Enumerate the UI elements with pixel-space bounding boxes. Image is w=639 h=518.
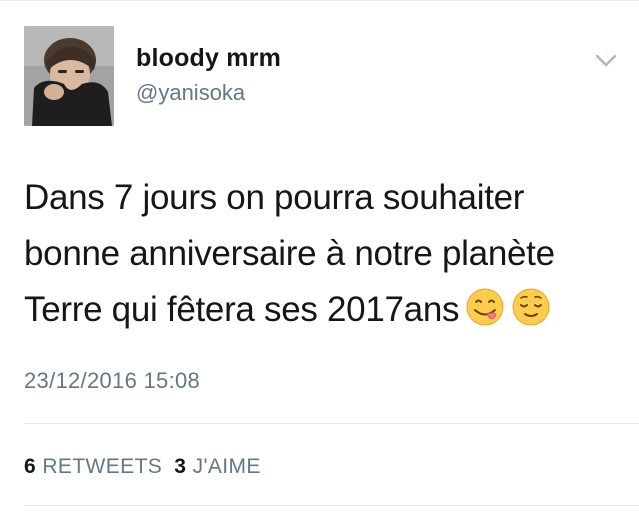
face-savoring-food-emoji <box>465 287 505 327</box>
likes-label[interactable]: J'AIME <box>193 455 261 478</box>
likes-count[interactable]: 3 <box>174 455 186 478</box>
chevron-down-icon[interactable] <box>594 52 618 70</box>
tweet-text-line: Terre qui fêtera ses 2017ans <box>24 282 624 338</box>
tweet-stats: 6 RETWEETS 3 J'AIME <box>24 455 261 479</box>
tweet-text: Dans 7 jours on pourra souhaiter bonne a… <box>24 170 624 338</box>
author-display-name[interactable]: bloody mrm <box>136 44 281 73</box>
tweet-card: bloody mrm @yanisoka Dans 7 jours on pou… <box>0 0 639 518</box>
divider <box>24 423 639 424</box>
tweet-text-line: bonne anniversaire à notre planète <box>24 234 555 273</box>
avatar[interactable] <box>24 26 114 126</box>
retweets-count[interactable]: 6 <box>24 455 36 478</box>
tweet-timestamp[interactable]: 23/12/2016 15:08 <box>24 368 200 394</box>
divider <box>24 505 639 506</box>
author-handle[interactable]: @yanisoka <box>136 80 245 106</box>
tweet-text-line-content: Terre qui fêtera ses 2017ans <box>24 290 460 329</box>
tweet-text-line: Dans 7 jours on pourra souhaiter <box>24 178 525 217</box>
avatar-photo <box>24 26 114 126</box>
relieved-face-emoji <box>511 287 551 327</box>
retweets-label[interactable]: RETWEETS <box>42 455 162 478</box>
